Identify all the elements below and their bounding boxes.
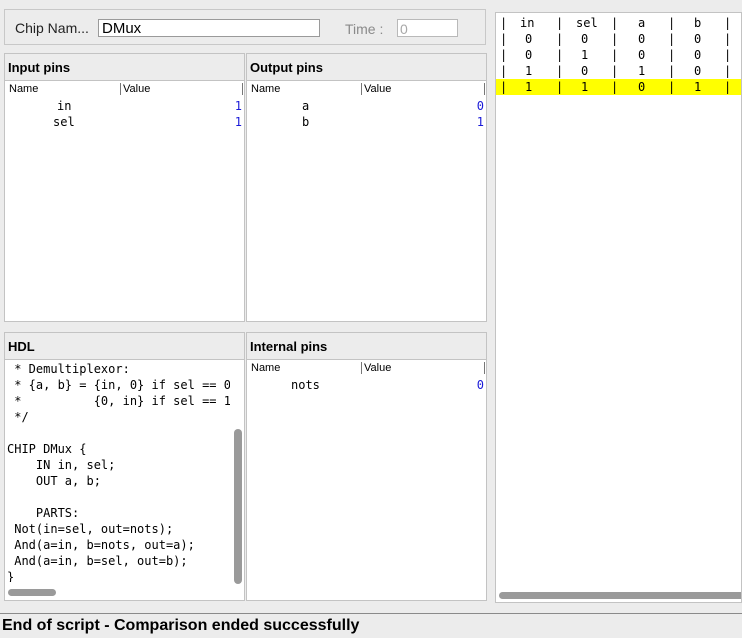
status-bar: End of script - Comparison ended success… — [0, 613, 742, 638]
cell: 1 — [525, 64, 533, 78]
cell: 1 — [638, 64, 646, 78]
pin-value: 1 — [476, 115, 484, 129]
cell: 0 — [694, 48, 702, 62]
output-pin-row: a 0 — [247, 98, 486, 114]
input-pin-row[interactable]: in 1 — [5, 98, 244, 114]
input-pin-row[interactable]: sel 1 — [5, 114, 244, 130]
internal-pins-header: Name Value — [247, 361, 486, 375]
pin-name: in — [57, 99, 72, 113]
hdl-line — [7, 489, 230, 505]
hdl-line: * {0, in} if sel == 1 — [7, 394, 230, 408]
col-value-header: Value — [123, 83, 151, 95]
hdl-line: * Demultiplexor: — [7, 362, 130, 376]
internal-pins-panel: Internal pins Name Value nots 0 — [246, 332, 487, 601]
output-pins-header: Name Value — [247, 82, 486, 96]
hdl-line: */ — [7, 410, 29, 424]
table-header-a: a — [638, 16, 646, 30]
col-value-header: Value — [364, 83, 392, 95]
cell: 1 — [525, 80, 533, 94]
cell: 0 — [638, 80, 646, 94]
table-row-highlighted: | 1 | 1 | 0 | 1 | — [496, 79, 741, 95]
table-row: | 0 | 0 | 0 | 0 | — [500, 32, 732, 46]
input-pins-header: Name Value — [5, 82, 244, 96]
cell: 1 — [581, 48, 589, 62]
hdl-line: IN in, sel; — [7, 458, 116, 472]
time-field[interactable]: 0 — [397, 19, 458, 37]
pin-value[interactable]: 1 — [235, 98, 242, 114]
cell: 1 — [694, 80, 702, 94]
internal-pin-row: nots 0 — [247, 377, 486, 393]
cell: 0 — [525, 32, 533, 46]
col-name-header: Name — [251, 83, 281, 95]
table-header-in: in — [520, 16, 535, 30]
table-row: | 0 | 1 | 0 | 0 | — [500, 48, 732, 62]
cell: 0 — [581, 32, 589, 46]
chip-name-label: Chip Nam... — [15, 20, 89, 36]
cell: 0 — [638, 32, 646, 46]
pin-name: sel — [53, 115, 75, 129]
internal-pins-title: Internal pins — [247, 333, 486, 360]
hdl-vertical-scrollbar[interactable] — [234, 429, 242, 584]
hdl-line: PARTS: — [7, 506, 80, 520]
table-horizontal-scrollbar[interactable] — [499, 592, 741, 599]
output-pin-row: b 1 — [247, 114, 486, 130]
cell: 0 — [638, 48, 646, 62]
col-name-header: Name — [251, 362, 281, 374]
chip-name-bar: Chip Nam... DMux Time : 0 — [4, 9, 486, 45]
cell: 0 — [525, 48, 533, 62]
hdl-line: } — [7, 570, 15, 582]
cell: 1 — [581, 80, 589, 94]
hdl-line: And(a=in, b=sel, out=b); — [7, 554, 188, 568]
chip-name-field[interactable]: DMux — [98, 19, 320, 37]
table-header-row: | in | sel | a | b | — [500, 16, 732, 30]
table-header-b: b — [694, 16, 702, 30]
output-pins-panel: Output pins Name Value a 0 b 1 — [246, 53, 487, 322]
cell: 0 — [581, 64, 589, 78]
hdl-code[interactable]: * Demultiplexor: * {a, b} = {in, 0} if s… — [7, 361, 230, 582]
hdl-horizontal-scrollbar[interactable] — [8, 589, 56, 596]
input-pins-panel: Input pins Name Value in 1 sel 1 — [4, 53, 245, 322]
pin-name: a — [302, 99, 310, 113]
hdl-panel: HDL * Demultiplexor: * {a, b} = {in, 0} … — [4, 332, 245, 601]
cell: 0 — [694, 32, 702, 46]
pin-value[interactable]: 1 — [235, 114, 242, 130]
hdl-line: OUT a, b; — [7, 474, 101, 488]
compare-table-panel: | in | sel | a | b | | 0 | 0 | 0 | 0 | | 0 | 1… — [495, 12, 742, 603]
table-header-sel: sel — [576, 16, 598, 30]
time-label: Time : — [345, 21, 384, 37]
pin-name: b — [302, 115, 310, 129]
col-name-header: Name — [9, 83, 39, 95]
pin-value: 0 — [476, 99, 484, 113]
hdl-line: CHIP DMux { — [7, 442, 87, 456]
cell: 0 — [694, 64, 702, 78]
col-value-header: Value — [364, 362, 392, 374]
hdl-line: * {a, b} = {in, 0} if sel == 0 — [7, 378, 230, 392]
table-row: | 1 | 0 | 1 | 0 | — [500, 64, 732, 78]
hdl-line: And(a=in, b=nots, out=a); — [7, 538, 195, 552]
hdl-title: HDL — [5, 333, 244, 360]
output-pins-title: Output pins — [247, 54, 486, 81]
hdl-line — [7, 425, 230, 441]
input-pins-title: Input pins — [5, 54, 244, 81]
hdl-line: Not(in=sel, out=nots); — [7, 522, 174, 536]
pin-value: 0 — [476, 378, 484, 392]
pin-name: nots — [291, 378, 320, 392]
